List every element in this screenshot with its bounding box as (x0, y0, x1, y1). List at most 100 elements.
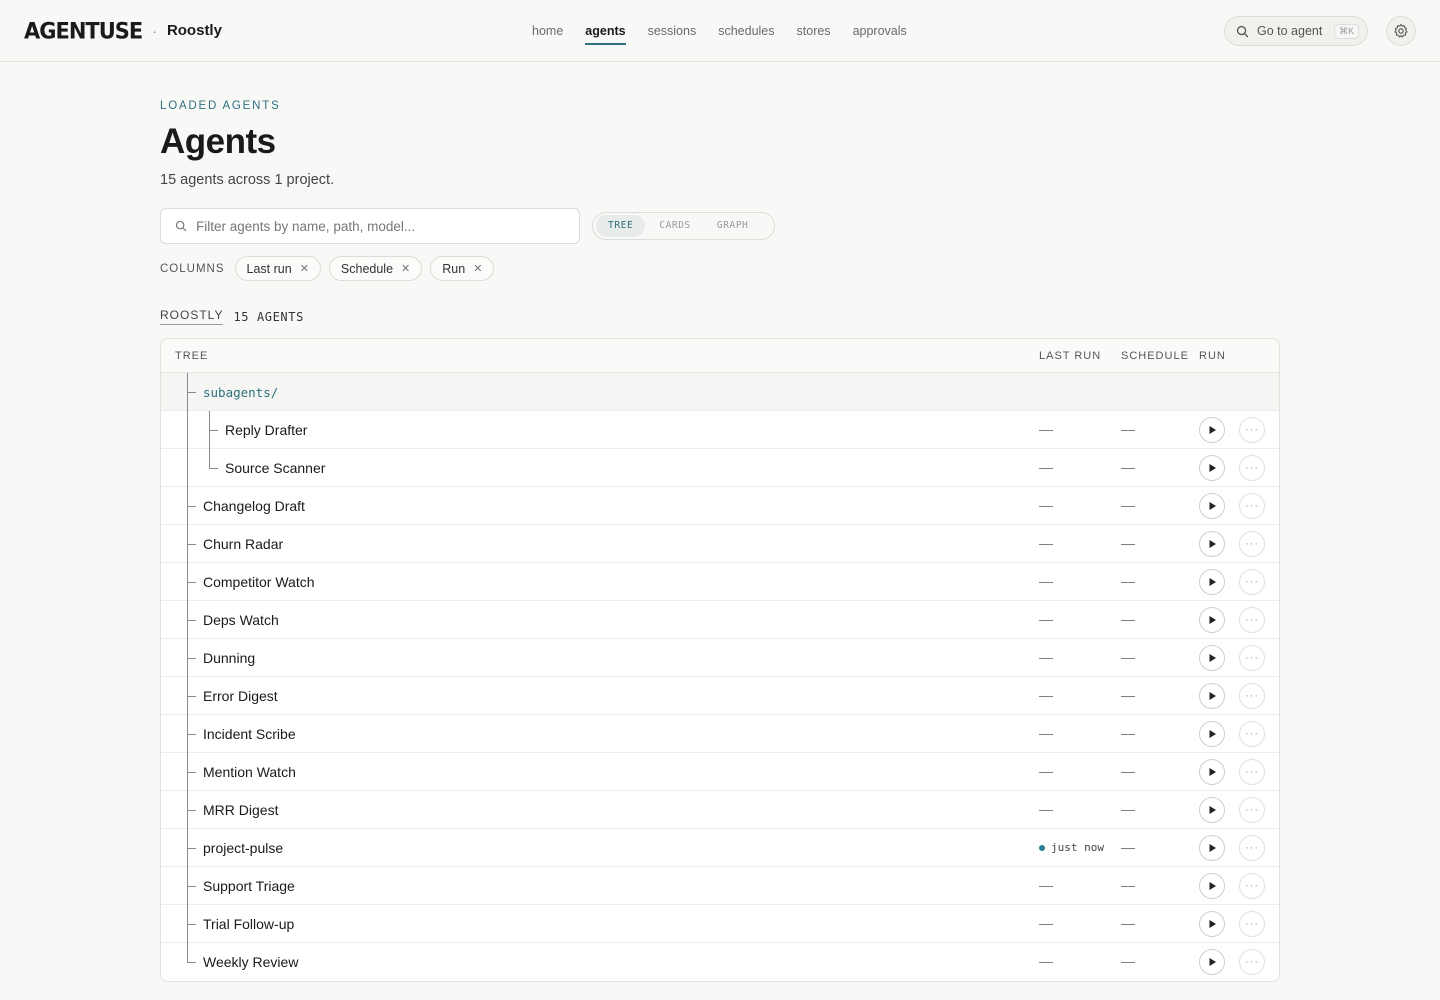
agent-name[interactable]: Source Scanner (225, 460, 325, 476)
table-row[interactable]: Competitor Watch — — ··· (161, 563, 1279, 601)
group-name[interactable]: ROOSTLY (160, 308, 224, 325)
table-row[interactable]: Deps Watch — — ··· (161, 601, 1279, 639)
tree-branch (209, 430, 218, 431)
view-graph-button[interactable]: GRAPH (705, 215, 761, 237)
nav-schedules[interactable]: schedules (718, 0, 774, 62)
table-row[interactable]: Trial Follow-up — — ··· (161, 905, 1279, 943)
tree-branch (187, 772, 196, 773)
more-options-button[interactable]: ··· (1239, 531, 1265, 557)
nav-home[interactable]: home (532, 0, 563, 62)
run-agent-button[interactable] (1199, 455, 1225, 481)
tree-branch (187, 658, 196, 659)
table-row[interactable]: Incident Scribe — — ··· (161, 715, 1279, 753)
run-agent-button[interactable] (1199, 949, 1225, 975)
more-options-button[interactable]: ··· (1239, 645, 1265, 671)
agent-name[interactable]: Weekly Review (203, 954, 298, 970)
schedule-value: — (1121, 763, 1135, 779)
nav-sessions[interactable]: sessions (648, 0, 697, 62)
agent-name[interactable]: Churn Radar (203, 536, 283, 552)
more-options-button[interactable]: ··· (1239, 683, 1265, 709)
agent-name[interactable]: Trial Follow-up (203, 916, 294, 932)
agent-name[interactable]: Mention Watch (203, 764, 296, 780)
agent-name[interactable]: Dunning (203, 650, 255, 666)
more-options-button[interactable]: ··· (1239, 417, 1265, 443)
agent-name[interactable]: Deps Watch (203, 612, 279, 628)
table-row[interactable]: Churn Radar — — ··· (161, 525, 1279, 563)
run-agent-button[interactable] (1199, 797, 1225, 823)
table-row[interactable]: Weekly Review — — ··· (161, 943, 1279, 981)
run-agent-button[interactable] (1199, 531, 1225, 557)
more-icon: ··· (1245, 842, 1259, 854)
run-agent-button[interactable] (1199, 607, 1225, 633)
table-row[interactable]: MRR Digest — — ··· (161, 791, 1279, 829)
nav-approvals[interactable]: approvals (853, 0, 907, 62)
more-icon: ··· (1245, 424, 1259, 436)
table-row[interactable]: project-pulse just now — ··· (161, 829, 1279, 867)
more-options-button[interactable]: ··· (1239, 873, 1265, 899)
close-icon[interactable]: ✕ (401, 262, 410, 275)
more-options-button[interactable]: ··· (1239, 455, 1265, 481)
more-options-button[interactable]: ··· (1239, 797, 1265, 823)
agent-name[interactable]: project-pulse (203, 840, 283, 856)
run-agent-button[interactable] (1199, 911, 1225, 937)
table-row[interactable]: Source Scanner — — ··· (161, 449, 1279, 487)
agent-name[interactable]: Error Digest (203, 688, 278, 704)
run-agent-button[interactable] (1199, 683, 1225, 709)
more-options-button[interactable]: ··· (1239, 493, 1265, 519)
last-run-value: — (1039, 953, 1053, 969)
run-agent-button[interactable] (1199, 417, 1225, 443)
run-agent-button[interactable] (1199, 873, 1225, 899)
agent-name[interactable]: Changelog Draft (203, 498, 305, 514)
settings-button[interactable] (1386, 16, 1416, 46)
more-options-button[interactable]: ··· (1239, 911, 1265, 937)
agentuse-logo[interactable]: AGENTUSE (24, 18, 143, 43)
tree-branch (187, 924, 196, 925)
agent-name[interactable]: Support Triage (203, 878, 295, 894)
table-row[interactable]: Reply Drafter — — ··· (161, 411, 1279, 449)
table-row[interactable]: Dunning — — ··· (161, 639, 1279, 677)
page-eyebrow: LOADED AGENTS (160, 100, 281, 112)
nav-agents[interactable]: agents (585, 0, 626, 62)
agent-name[interactable]: MRR Digest (203, 802, 278, 818)
more-options-button[interactable]: ··· (1239, 759, 1265, 785)
column-chip-run[interactable]: Run ✕ (430, 256, 495, 281)
more-options-button[interactable]: ··· (1239, 721, 1265, 747)
folder-row[interactable]: subagents/ (161, 373, 1279, 411)
play-icon (1209, 692, 1216, 700)
last-run-value: — (1039, 763, 1053, 779)
run-agent-button[interactable] (1199, 569, 1225, 595)
column-chip-last-run[interactable]: Last run ✕ (234, 256, 321, 281)
tree-branch (187, 810, 196, 811)
more-options-button[interactable]: ··· (1239, 607, 1265, 633)
table-row[interactable]: Support Triage — — ··· (161, 867, 1279, 905)
last-run-value: — (1039, 801, 1053, 817)
project-name[interactable]: Roostly (167, 22, 222, 39)
table-row[interactable]: Mention Watch — — ··· (161, 753, 1279, 791)
run-agent-button[interactable] (1199, 721, 1225, 747)
view-tree-button[interactable]: TREE (596, 215, 646, 237)
run-agent-button[interactable] (1199, 493, 1225, 519)
go-to-agent-button[interactable]: Go to agent ⌘K (1224, 16, 1368, 46)
play-icon (1209, 502, 1216, 510)
column-chip-schedule[interactable]: Schedule ✕ (328, 256, 423, 281)
agents-table: TREE LAST RUN SCHEDULE RUN subagents/Rep… (160, 338, 1280, 982)
agent-name[interactable]: Reply Drafter (225, 422, 307, 438)
filter-agents-input[interactable] (196, 218, 566, 234)
more-options-button[interactable]: ··· (1239, 949, 1265, 975)
folder-name[interactable]: subagents/ (203, 385, 278, 400)
table-row[interactable]: Changelog Draft — — ··· (161, 487, 1279, 525)
more-options-button[interactable]: ··· (1239, 569, 1265, 595)
play-icon (1209, 920, 1216, 928)
run-agent-button[interactable] (1199, 759, 1225, 785)
close-icon[interactable]: ✕ (473, 262, 482, 275)
run-agent-button[interactable] (1199, 645, 1225, 671)
agent-name[interactable]: Incident Scribe (203, 726, 296, 742)
table-row[interactable]: Error Digest — — ··· (161, 677, 1279, 715)
agent-name[interactable]: Competitor Watch (203, 574, 315, 590)
nav-stores[interactable]: stores (797, 0, 831, 62)
view-cards-button[interactable]: CARDS (647, 215, 703, 237)
column-header-last-run: LAST RUN (1039, 350, 1102, 362)
more-options-button[interactable]: ··· (1239, 835, 1265, 861)
run-agent-button[interactable] (1199, 835, 1225, 861)
close-icon[interactable]: ✕ (300, 262, 309, 275)
